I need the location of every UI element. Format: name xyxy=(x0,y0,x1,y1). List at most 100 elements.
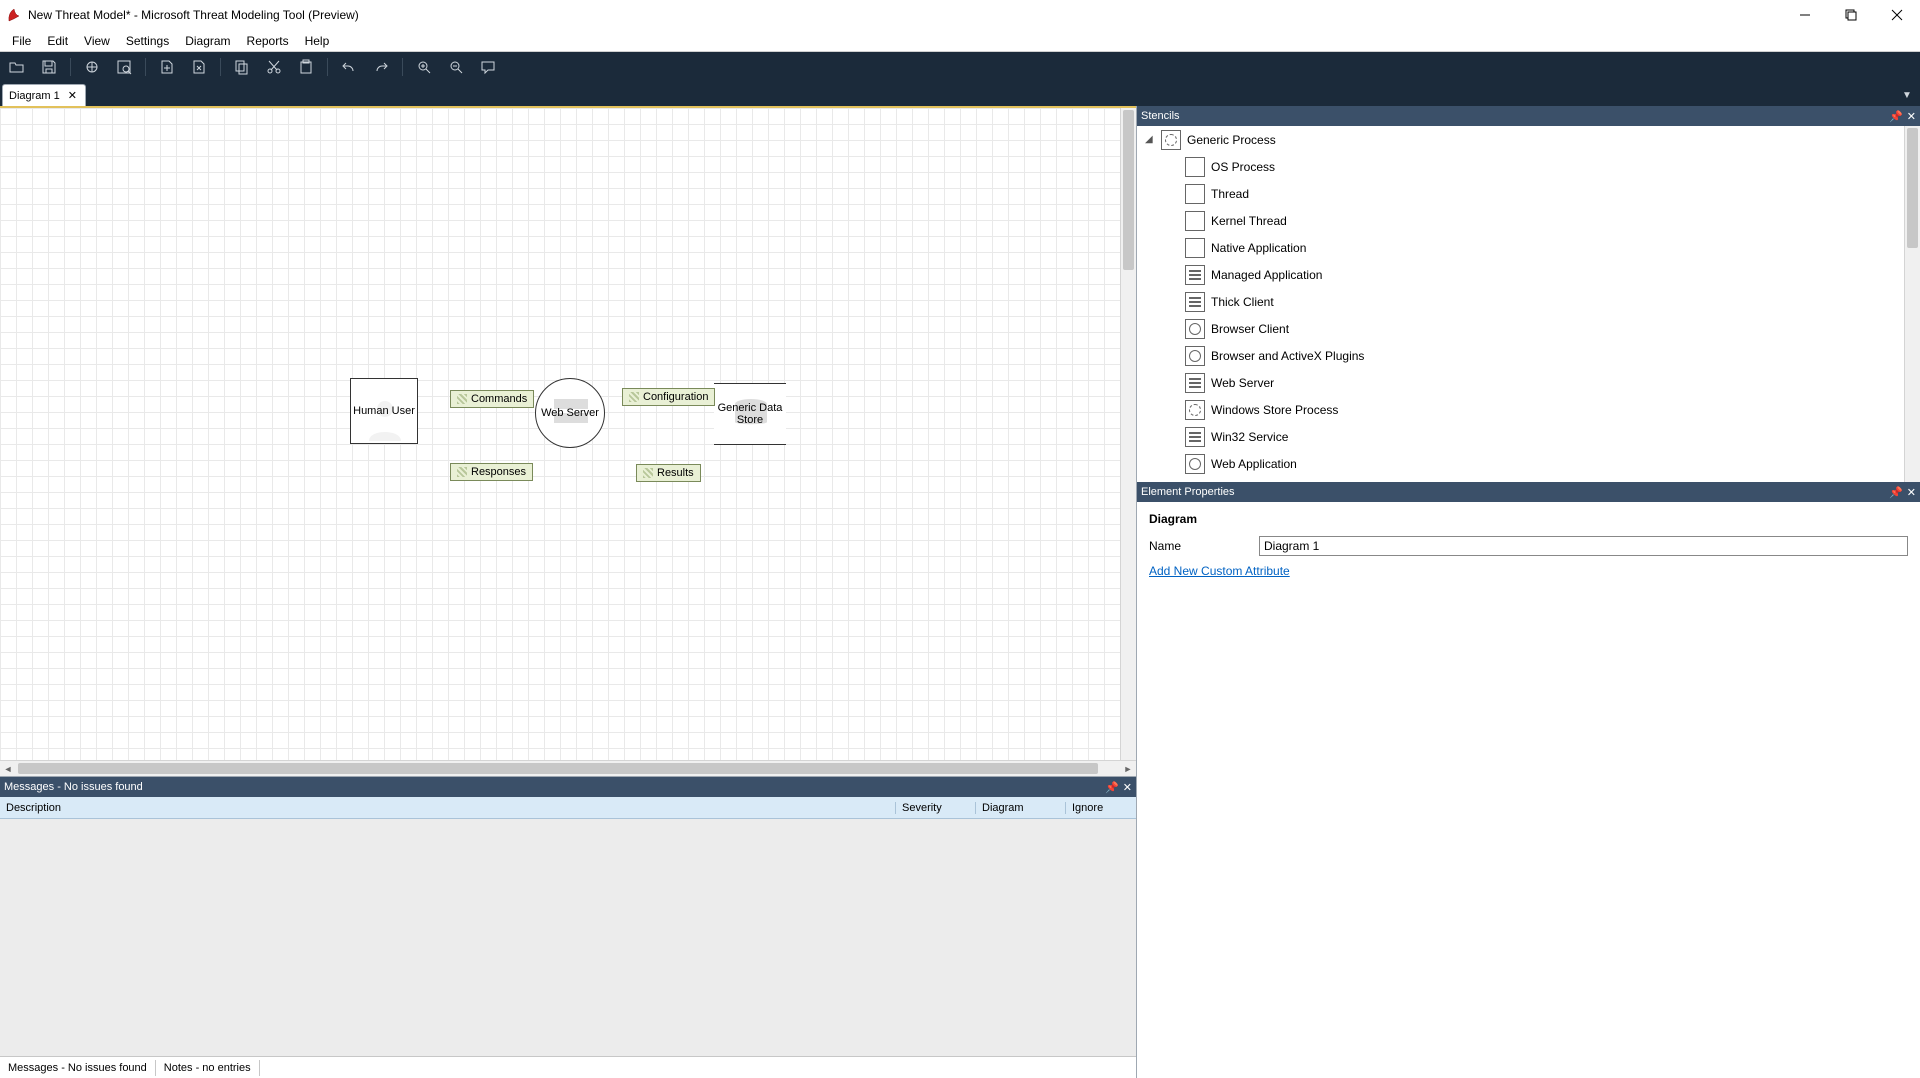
flow-icon xyxy=(629,392,639,402)
menu-edit[interactable]: Edit xyxy=(39,32,76,50)
analysis-view-icon[interactable] xyxy=(113,56,135,78)
open-icon[interactable] xyxy=(6,56,28,78)
tab-close-icon[interactable]: ✕ xyxy=(66,89,79,102)
stencil-thread[interactable]: Thread xyxy=(1137,180,1920,207)
col-ignore[interactable]: Ignore xyxy=(1066,802,1136,814)
flow-commands[interactable]: Commands xyxy=(450,390,534,408)
stencil-browser-activex[interactable]: Browser and ActiveX Plugins xyxy=(1137,342,1920,369)
stencil-browser-client[interactable]: Browser Client xyxy=(1137,315,1920,342)
stencil-icon xyxy=(1185,184,1205,204)
properties-section: Diagram xyxy=(1149,512,1908,526)
delete-diagram-icon[interactable] xyxy=(188,56,210,78)
minimize-button[interactable] xyxy=(1782,0,1828,30)
node-web-server[interactable]: Web Server xyxy=(535,378,605,448)
stencil-thick-client[interactable]: Thick Client xyxy=(1137,288,1920,315)
node-label: Web Server xyxy=(541,407,599,419)
cut-icon[interactable] xyxy=(263,56,285,78)
stencil-icon xyxy=(1185,211,1205,231)
flow-configuration[interactable]: Configuration xyxy=(622,388,715,406)
stencil-icon xyxy=(1185,157,1205,177)
panel-pin-icon[interactable]: 📌 xyxy=(1889,486,1903,499)
diagram-canvas[interactable]: Human User Web Server Generic Data Store… xyxy=(0,106,1136,776)
status-messages[interactable]: Messages - No issues found xyxy=(0,1060,156,1076)
stencil-icon xyxy=(1185,265,1205,285)
messages-body xyxy=(0,819,1136,1056)
person-icon xyxy=(363,397,407,441)
messages-columns: Description Severity Diagram Ignore xyxy=(0,797,1136,819)
stencil-os-process[interactable]: OS Process xyxy=(1137,153,1920,180)
stencil-web-application[interactable]: Web Application xyxy=(1137,450,1920,477)
stencil-icon xyxy=(1185,427,1205,447)
zoom-in-icon[interactable] xyxy=(413,56,435,78)
stencils-header: Stencils 📌 ✕ xyxy=(1137,106,1920,126)
menu-diagram[interactable]: Diagram xyxy=(177,32,238,50)
paste-icon[interactable] xyxy=(295,56,317,78)
flow-arrows xyxy=(0,108,300,258)
stencils-title: Stencils xyxy=(1141,110,1180,122)
messages-panel: Messages - No issues found 📌 ✕ Descripti… xyxy=(0,776,1136,1056)
status-notes[interactable]: Notes - no entries xyxy=(156,1060,260,1076)
undo-icon[interactable] xyxy=(338,56,360,78)
tab-label: Diagram 1 xyxy=(9,90,60,102)
node-data-store[interactable]: Generic Data Store xyxy=(714,383,786,445)
flow-responses[interactable]: Responses xyxy=(450,463,533,481)
stencil-web-server[interactable]: Web Server xyxy=(1137,369,1920,396)
close-button[interactable] xyxy=(1874,0,1920,30)
stencil-kernel-thread[interactable]: Kernel Thread xyxy=(1137,207,1920,234)
flow-icon xyxy=(643,468,653,478)
menu-settings[interactable]: Settings xyxy=(118,32,177,50)
stencil-native-application[interactable]: Native Application xyxy=(1137,234,1920,261)
save-icon[interactable] xyxy=(38,56,60,78)
flow-icon xyxy=(457,467,467,477)
tab-dropdown-icon[interactable]: ▼ xyxy=(1900,88,1914,102)
canvas-scrollbar-vertical[interactable] xyxy=(1120,108,1136,776)
stencil-icon xyxy=(1185,454,1205,474)
tab-diagram-1[interactable]: Diagram 1 ✕ xyxy=(2,84,86,106)
property-name-input[interactable] xyxy=(1259,536,1908,556)
col-description[interactable]: Description xyxy=(0,802,896,814)
stencil-generic-process[interactable]: ◢ Generic Process xyxy=(1137,126,1920,153)
property-name-label: Name xyxy=(1149,539,1259,553)
panel-close-icon[interactable]: ✕ xyxy=(1123,781,1132,794)
toolbar xyxy=(0,52,1920,82)
stencil-icon xyxy=(1185,400,1205,420)
canvas-scrollbar-horizontal[interactable]: ◄► xyxy=(0,760,1136,776)
stencil-icon xyxy=(1185,292,1205,312)
tree-collapse-icon[interactable]: ◢ xyxy=(1145,134,1155,145)
panel-close-icon[interactable]: ✕ xyxy=(1907,110,1916,123)
zoom-out-icon[interactable] xyxy=(445,56,467,78)
copy-icon[interactable] xyxy=(231,56,253,78)
col-severity[interactable]: Severity xyxy=(896,802,976,814)
properties-panel: Element Properties 📌 ✕ Diagram Name Add … xyxy=(1137,482,1920,1078)
feedback-icon[interactable] xyxy=(477,56,499,78)
menu-bar: File Edit View Settings Diagram Reports … xyxy=(0,30,1920,52)
flow-icon xyxy=(457,394,467,404)
new-diagram-icon[interactable] xyxy=(156,56,178,78)
stencil-icon xyxy=(1185,346,1205,366)
flow-results[interactable]: Results xyxy=(636,464,701,482)
title-bar: New Threat Model* - Microsoft Threat Mod… xyxy=(0,0,1920,30)
panel-pin-icon[interactable]: 📌 xyxy=(1105,781,1119,794)
messages-title: Messages - No issues found xyxy=(4,781,143,793)
app-icon xyxy=(6,7,22,23)
stencil-windows-store-process[interactable]: Windows Store Process xyxy=(1137,396,1920,423)
menu-view[interactable]: View xyxy=(76,32,118,50)
col-diagram[interactable]: Diagram xyxy=(976,802,1066,814)
panel-pin-icon[interactable]: 📌 xyxy=(1889,110,1903,123)
menu-file[interactable]: File xyxy=(4,32,39,50)
panel-close-icon[interactable]: ✕ xyxy=(1907,486,1916,499)
redo-icon[interactable] xyxy=(370,56,392,78)
node-human-user[interactable]: Human User xyxy=(350,378,418,444)
stencil-icon xyxy=(1185,238,1205,258)
stencil-managed-application[interactable]: Managed Application xyxy=(1137,261,1920,288)
stencil-win32-service[interactable]: Win32 Service xyxy=(1137,423,1920,450)
properties-title: Element Properties xyxy=(1141,486,1235,498)
menu-help[interactable]: Help xyxy=(297,32,338,50)
design-view-icon[interactable] xyxy=(81,56,103,78)
add-custom-attribute-link[interactable]: Add New Custom Attribute xyxy=(1149,564,1290,578)
process-gear-icon xyxy=(1161,130,1181,150)
maximize-button[interactable] xyxy=(1828,0,1874,30)
node-label: Human User xyxy=(353,405,415,417)
menu-reports[interactable]: Reports xyxy=(239,32,297,50)
stencils-scrollbar[interactable] xyxy=(1904,126,1920,482)
